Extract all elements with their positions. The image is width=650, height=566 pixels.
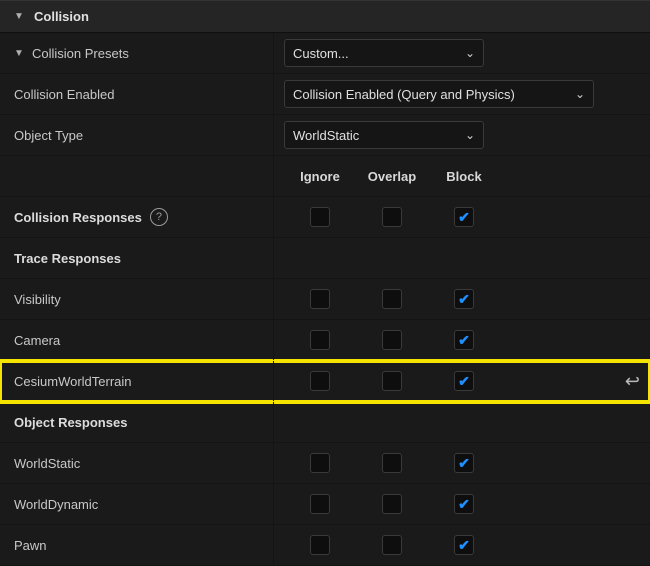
ignore-checkbox[interactable] — [310, 371, 330, 391]
collision-presets-value: Custom... — [293, 46, 349, 61]
ignore-checkbox[interactable] — [310, 289, 330, 309]
collision-section-title: Collision — [34, 9, 89, 24]
object-responses-header: Object Responses — [14, 415, 127, 430]
expand-arrow-icon: ▼ — [14, 11, 24, 22]
collision-presets-row: ▼ Collision Presets Custom... ⌄ — [0, 33, 650, 74]
reset-icon[interactable]: ↩ — [625, 371, 640, 392]
object-type-value: WorldStatic — [293, 128, 359, 143]
trace-responses-header-row: Trace Responses — [0, 238, 650, 279]
response-row: CesiumWorldTerrain ↩ — [0, 361, 650, 402]
response-row: Visibility — [0, 279, 650, 320]
response-label: CesiumWorldTerrain — [14, 374, 132, 389]
trace-responses-header: Trace Responses — [14, 251, 121, 266]
block-checkbox[interactable] — [454, 535, 474, 555]
collision-responses-label: Collision Responses — [14, 210, 142, 225]
collision-presets-dropdown[interactable]: Custom... ⌄ — [284, 39, 484, 67]
response-label: Visibility — [14, 292, 61, 307]
collision-enabled-row: Collision Enabled Collision Enabled (Que… — [0, 74, 650, 115]
response-row: WorldStatic — [0, 443, 650, 484]
responses-block-checkbox[interactable] — [454, 207, 474, 227]
block-checkbox[interactable] — [454, 453, 474, 473]
overlap-checkbox[interactable] — [382, 535, 402, 555]
expand-arrow-icon[interactable]: ▼ — [14, 48, 24, 59]
object-type-dropdown[interactable]: WorldStatic ⌄ — [284, 121, 484, 149]
ignore-checkbox[interactable] — [310, 453, 330, 473]
response-label: WorldDynamic — [14, 497, 98, 512]
collision-enabled-dropdown[interactable]: Collision Enabled (Query and Physics) ⌄ — [284, 80, 594, 108]
help-icon[interactable]: ? — [150, 208, 168, 226]
response-label: WorldStatic — [14, 456, 80, 471]
overlap-checkbox[interactable] — [382, 289, 402, 309]
ignore-checkbox[interactable] — [310, 330, 330, 350]
overlap-column-header: Overlap — [356, 169, 428, 184]
object-type-row: Object Type WorldStatic ⌄ — [0, 115, 650, 156]
object-type-label: Object Type — [14, 128, 83, 143]
response-label: Camera — [14, 333, 60, 348]
responses-overlap-checkbox[interactable] — [382, 207, 402, 227]
overlap-checkbox[interactable] — [382, 494, 402, 514]
ignore-checkbox[interactable] — [310, 494, 330, 514]
ignore-column-header: Ignore — [284, 169, 356, 184]
collision-panel: ▼ Collision ▼ Collision Presets Custom..… — [0, 0, 650, 566]
collision-section-header[interactable]: ▼ Collision — [0, 0, 650, 33]
response-label: Pawn — [14, 538, 47, 553]
block-column-header: Block — [428, 169, 500, 184]
collision-enabled-value: Collision Enabled (Query and Physics) — [293, 87, 515, 102]
collision-responses-row: Collision Responses ? — [0, 197, 650, 238]
overlap-checkbox[interactable] — [382, 371, 402, 391]
ignore-checkbox[interactable] — [310, 535, 330, 555]
response-row: Pawn — [0, 525, 650, 566]
response-row: WorldDynamic — [0, 484, 650, 525]
block-checkbox[interactable] — [454, 371, 474, 391]
block-checkbox[interactable] — [454, 330, 474, 350]
collision-enabled-label: Collision Enabled — [14, 87, 114, 102]
chevron-down-icon: ⌄ — [465, 128, 475, 142]
response-row: Camera — [0, 320, 650, 361]
column-header-row: Ignore Overlap Block — [0, 156, 650, 197]
chevron-down-icon: ⌄ — [465, 46, 475, 60]
block-checkbox[interactable] — [454, 289, 474, 309]
overlap-checkbox[interactable] — [382, 330, 402, 350]
overlap-checkbox[interactable] — [382, 453, 402, 473]
collision-presets-label: Collision Presets — [32, 46, 129, 61]
responses-ignore-checkbox[interactable] — [310, 207, 330, 227]
block-checkbox[interactable] — [454, 494, 474, 514]
object-responses-header-row: Object Responses — [0, 402, 650, 443]
chevron-down-icon: ⌄ — [575, 87, 585, 101]
